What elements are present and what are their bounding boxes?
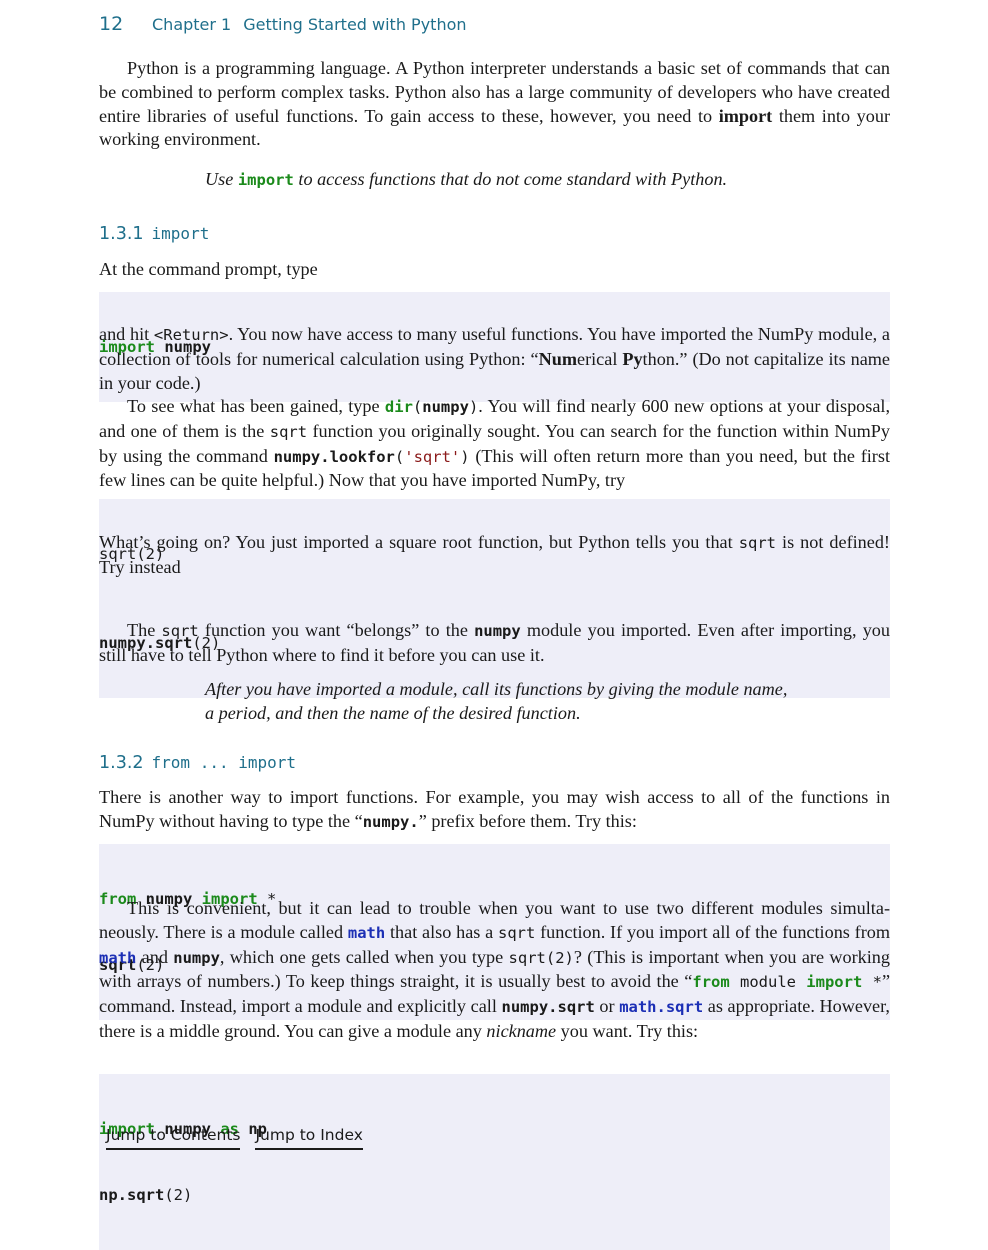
jump-to-index-link[interactable]: Jump to Index xyxy=(255,1126,363,1150)
code-text: ) xyxy=(460,447,470,466)
inline-code: numpy.sqrt xyxy=(501,998,595,1017)
belongs-paragraph: The sqrt function you want “belongs” to … xyxy=(99,619,890,668)
bold-term: import xyxy=(718,105,773,126)
inline-code: sqrt(2) xyxy=(508,948,574,967)
section-title: import xyxy=(151,224,210,243)
text: Use xyxy=(205,169,238,189)
intro-paragraph: Python is a programming language. A Pyth… xyxy=(99,57,890,152)
bold-term: Num xyxy=(538,348,577,369)
section-heading-1-3-1: 1.3.1 import xyxy=(99,223,209,245)
text: function you want “belongs” to the xyxy=(198,620,475,640)
code-block-import-as: import numpy as np np.sqrt(2) xyxy=(99,1074,890,1250)
code-text: np.sqrt xyxy=(99,1186,165,1204)
code-text: numpy xyxy=(422,398,469,416)
code-text: ( xyxy=(394,447,405,466)
text: The xyxy=(127,620,162,640)
code-text: module xyxy=(729,973,807,992)
not-defined-paragraph: What’s going on? You just imported a squ… xyxy=(99,531,890,580)
inline-code: sqrt xyxy=(161,622,199,640)
prompt-paragraph: At the command prompt, type xyxy=(99,259,318,279)
inline-code: sqrt xyxy=(738,534,777,552)
text: ” prefix before them. Try this: xyxy=(418,810,637,831)
code-text: ( xyxy=(412,398,423,416)
italic-term: nickname xyxy=(486,1020,557,1041)
section-title: from ... import xyxy=(151,753,297,772)
code-keyword: from xyxy=(692,973,730,992)
code-module: math.sqrt xyxy=(619,998,704,1017)
text: To see what has been gained, type xyxy=(127,396,385,416)
text: or xyxy=(594,996,620,1017)
inline-code: numpy. xyxy=(362,812,419,831)
section-number: 1.3.2 xyxy=(99,753,144,773)
code-builtin: dir xyxy=(384,398,413,416)
section-heading-1-3-2: 1.3.2 from ... import xyxy=(99,752,296,774)
text: you want. Try this: xyxy=(556,1020,699,1041)
code-text: * xyxy=(862,973,882,992)
text: erical xyxy=(577,348,623,369)
inline-code: numpy xyxy=(173,948,220,967)
footer-nav: Jump to Contents Jump to Index xyxy=(106,1126,378,1150)
inline-code: numpy.lookfor xyxy=(273,447,395,466)
another-way-paragraph: There is another way to import functions… xyxy=(99,786,890,835)
text: What’s going on? You just imported a squ… xyxy=(99,532,739,552)
code-module: math xyxy=(347,923,386,942)
inline-code: sqrt xyxy=(498,923,536,942)
inline-code: <Return> xyxy=(153,326,229,344)
jump-to-contents-link[interactable]: Jump to Contents xyxy=(106,1126,241,1150)
running-head: 12 Chapter 1 Getting Started with Python xyxy=(99,13,467,35)
convenient-paragraph: This is convenient, but it can lead to t… xyxy=(99,897,890,1044)
section-number: 1.3.1 xyxy=(99,224,144,244)
code-text: ) xyxy=(468,398,479,416)
text: and hit xyxy=(99,324,154,344)
inline-code: numpy xyxy=(474,622,521,640)
callout-import: Use import to access functions that do n… xyxy=(205,168,845,193)
code-text: (2) xyxy=(164,1186,193,1204)
text: that also has a xyxy=(385,921,499,942)
text: , which one gets called when you type xyxy=(219,946,509,967)
text: function. If you import all of the func­… xyxy=(535,921,891,942)
code-string: 'sqrt' xyxy=(404,447,461,466)
callout-module-call: After you have imported a module, call i… xyxy=(205,679,788,723)
inline-code: sqrt xyxy=(269,422,308,441)
code-keyword: import xyxy=(237,171,294,189)
numpy-explanation-paragraph: and hit <Return>. You now have access to… xyxy=(99,323,890,395)
bold-term: Py xyxy=(622,348,643,369)
text: and xyxy=(136,946,174,967)
page-number: 12 xyxy=(99,13,124,35)
chapter-label: Chapter 1 xyxy=(152,15,232,34)
code-keyword: import xyxy=(806,973,863,992)
chapter-title: Getting Started with Python xyxy=(243,15,467,34)
text: to access functions that do not come sta… xyxy=(293,169,728,189)
code-module: math xyxy=(99,948,137,967)
dir-paragraph: To see what has been gained, type dir(nu… xyxy=(99,395,890,493)
